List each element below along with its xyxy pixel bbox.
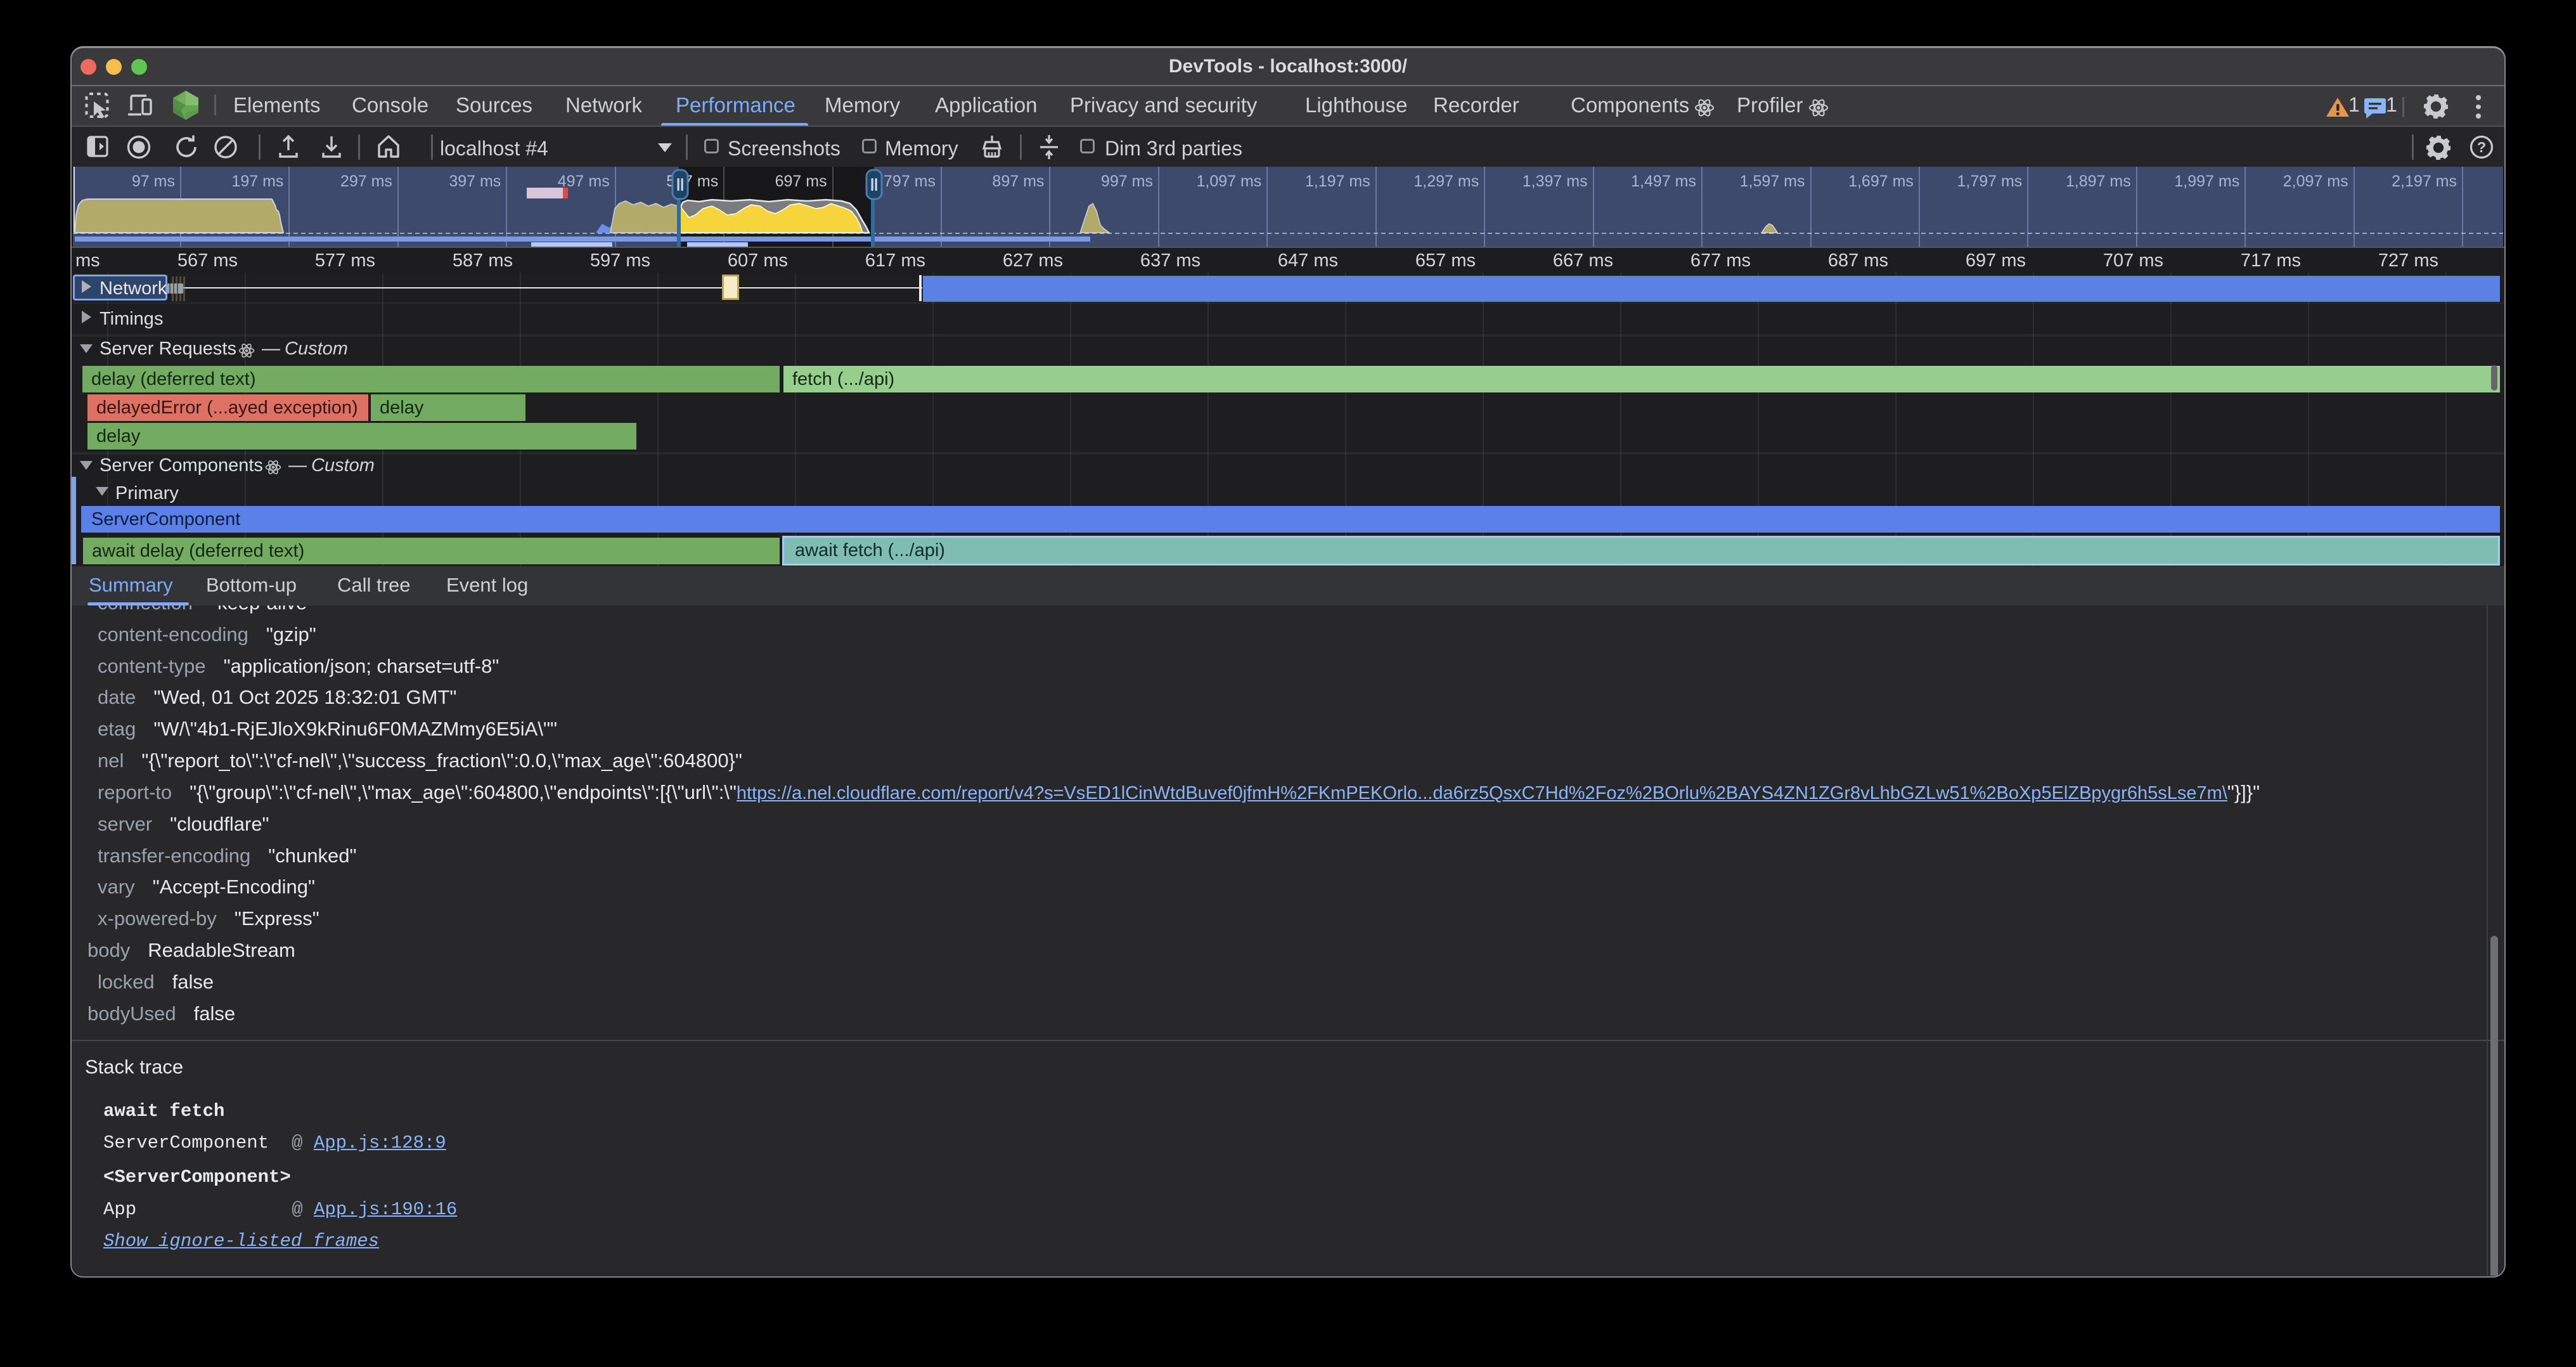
svg-text:?: ? <box>2477 139 2486 155</box>
